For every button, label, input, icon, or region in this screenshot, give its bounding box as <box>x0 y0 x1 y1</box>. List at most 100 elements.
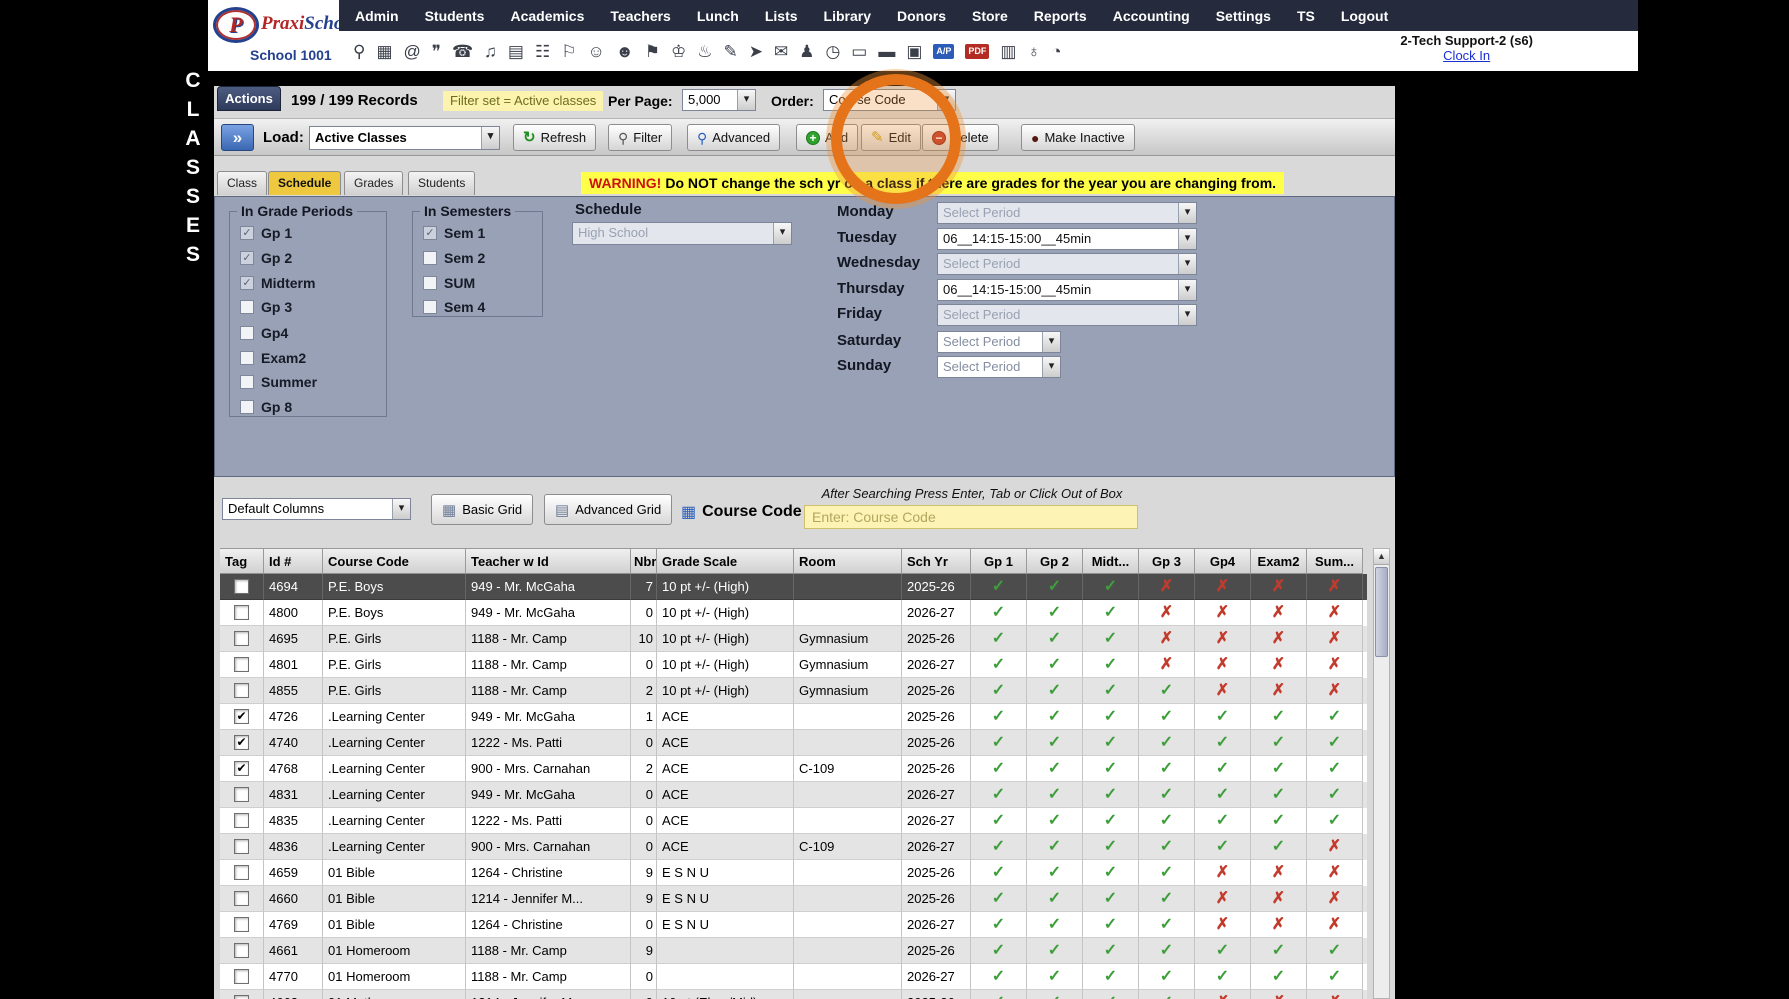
load-select[interactable]: Active Classes <box>309 126 500 150</box>
course-code-search-input[interactable] <box>804 505 1138 529</box>
column-header[interactable]: Gp 2 <box>1027 548 1083 574</box>
period-select-wednesday[interactable]: Select Period <box>937 253 1197 275</box>
table-row[interactable]: ✔4740.Learning Center1222 - Ms. Patti0AC… <box>220 730 1367 756</box>
column-header[interactable]: Midt... <box>1083 548 1139 574</box>
advanced-grid-button[interactable]: ▤Advanced Grid <box>544 494 672 525</box>
add-student-icon[interactable]: ☺ <box>587 43 604 60</box>
column-header[interactable]: Teacher w Id <box>466 548 631 574</box>
nav-item-students[interactable]: Students <box>425 8 485 24</box>
basic-grid-button[interactable]: ▦Basic Grid <box>431 494 533 525</box>
tag-checkbox[interactable]: ✔ <box>234 709 249 724</box>
delete-button[interactable]: −Delete <box>922 124 999 151</box>
column-header[interactable]: Gp4 <box>1195 548 1251 574</box>
scroll-thumb[interactable] <box>1375 567 1388 657</box>
clock-icon[interactable]: ◷ <box>825 43 840 60</box>
table-row[interactable]: 466201 Math1214 - Jennifer M...910 pt (E… <box>220 990 1367 999</box>
phone-icon[interactable]: ☎ <box>452 43 473 60</box>
nav-item-donors[interactable]: Donors <box>897 8 946 24</box>
timer-icon[interactable]: ◔ <box>1051 43 1061 60</box>
ap-icon[interactable]: A/P <box>933 44 954 59</box>
column-header[interactable]: Sum... <box>1307 548 1363 574</box>
tag-checkbox[interactable] <box>234 657 249 672</box>
column-header[interactable]: Gp 3 <box>1139 548 1195 574</box>
tag-checkbox[interactable]: ✔ <box>234 761 249 776</box>
nav-item-admin[interactable]: Admin <box>355 8 399 24</box>
tag-checkbox[interactable] <box>234 605 249 620</box>
nav-item-lists[interactable]: Lists <box>765 8 798 24</box>
table-row[interactable]: 476901 Bible1264 - Christine0E S N U2026… <box>220 912 1367 938</box>
table-row[interactable]: 465901 Bible1264 - Christine9E S N U2025… <box>220 860 1367 886</box>
order-select[interactable]: Course Code <box>823 89 956 111</box>
columns-select[interactable]: Default Columns <box>222 498 411 520</box>
nav-item-academics[interactable]: Academics <box>510 8 584 24</box>
students-icon[interactable]: ☻ <box>616 43 634 60</box>
period-select-sunday[interactable]: Select Period <box>937 356 1061 378</box>
card-icon[interactable]: ▬ <box>878 43 895 60</box>
table-row[interactable]: 466101 Homeroom1188 - Mr. Camp92025-26✓✓… <box>220 938 1367 964</box>
column-header[interactable]: Room <box>794 548 902 574</box>
pdf-icon[interactable]: PDF <box>965 44 989 59</box>
tag-checkbox[interactable] <box>234 891 249 906</box>
tag-checkbox[interactable] <box>234 813 249 828</box>
advanced-button[interactable]: ⚲Advanced <box>687 124 780 151</box>
logo[interactable]: P PraxiSchool™ School 1001 <box>208 0 339 71</box>
column-header[interactable]: Tag <box>220 548 264 574</box>
notes-icon[interactable]: ✎ <box>723 43 737 60</box>
calendar-icon[interactable]: ☷ <box>535 43 550 60</box>
period-select-saturday[interactable]: Select Period <box>937 331 1061 353</box>
nav-item-reports[interactable]: Reports <box>1034 8 1087 24</box>
column-header[interactable]: Nbr <box>631 548 657 574</box>
column-header[interactable]: Gp 1 <box>971 548 1027 574</box>
tag-checkbox[interactable] <box>234 631 249 646</box>
tag-checkbox[interactable] <box>234 579 249 594</box>
tag-checkbox[interactable] <box>234 839 249 854</box>
graduate-icon[interactable]: ♔ <box>671 43 686 60</box>
scroll-up-arrow-icon[interactable]: ▲ <box>1374 549 1389 565</box>
nav-item-library[interactable]: Library <box>824 8 871 24</box>
nav-item-ts[interactable]: TS <box>1297 8 1315 24</box>
tag-icon[interactable]: ⚑ <box>645 43 660 60</box>
grid-icon[interactable]: ▤ <box>508 43 524 60</box>
table-row[interactable]: 4831.Learning Center949 - Mr. McGaha0ACE… <box>220 782 1367 808</box>
load-button[interactable]: » <box>221 124 254 151</box>
document-icon[interactable]: ▭ <box>851 43 867 60</box>
period-select-friday[interactable]: Select Period <box>937 304 1197 326</box>
speaker-icon[interactable]: ♫ <box>484 43 497 60</box>
nav-item-teachers[interactable]: Teachers <box>610 8 670 24</box>
period-select-tuesday[interactable]: 06__14:15-15:00__45min <box>937 228 1197 250</box>
period-select-monday[interactable]: Select Period <box>937 202 1197 224</box>
table-row[interactable]: 4835.Learning Center1222 - Ms. Patti0ACE… <box>220 808 1367 834</box>
table-row[interactable]: 477001 Homeroom1188 - Mr. Camp02026-27✓✓… <box>220 964 1367 990</box>
person-icon[interactable]: ♟ <box>799 43 814 60</box>
megaphone-icon[interactable]: ⚐ <box>561 43 576 60</box>
tab-schedule[interactable]: Schedule <box>268 171 341 195</box>
search-icon[interactable]: ⚲ <box>353 43 365 60</box>
filter-button[interactable]: ⚲Filter <box>608 124 672 151</box>
lunch-icon[interactable]: ♨ <box>697 43 712 60</box>
table-row[interactable]: 4836.Learning Center900 - Mrs. Carnahan0… <box>220 834 1367 860</box>
column-header[interactable]: Sch Yr <box>902 548 971 574</box>
tag-checkbox[interactable] <box>234 865 249 880</box>
make-inactive-button[interactable]: ●Make Inactive <box>1021 124 1135 151</box>
edit-button[interactable]: ✎Edit <box>861 124 921 151</box>
web-icon[interactable]: ♁ <box>1027 43 1040 60</box>
table-row[interactable]: 4694P.E. Boys949 - Mr. McGaha710 pt +/- … <box>220 574 1367 600</box>
table-row[interactable]: 4801P.E. Girls1188 - Mr. Camp010 pt +/- … <box>220 652 1367 678</box>
chat-icon[interactable]: ❞ <box>432 43 441 60</box>
nav-item-settings[interactable]: Settings <box>1216 8 1271 24</box>
print-icon[interactable]: ▥ <box>1000 43 1016 60</box>
tab-class[interactable]: Class <box>217 171 267 195</box>
send-icon[interactable]: ➤ <box>749 43 763 60</box>
nav-item-accounting[interactable]: Accounting <box>1113 8 1190 24</box>
badge-icon[interactable]: ▣ <box>906 43 922 60</box>
nav-item-lunch[interactable]: Lunch <box>697 8 739 24</box>
mail-icon[interactable]: ✉ <box>774 43 788 60</box>
table-row[interactable]: 4800P.E. Boys949 - Mr. McGaha010 pt +/- … <box>220 600 1367 626</box>
table-scrollbar[interactable]: ▲ <box>1373 548 1390 999</box>
add-button[interactable]: +Add <box>796 124 858 151</box>
tag-checkbox[interactable]: ✔ <box>234 735 249 750</box>
tag-checkbox[interactable] <box>234 943 249 958</box>
clock-in-link[interactable]: Clock In <box>1400 48 1533 63</box>
actions-button[interactable]: Actions <box>217 86 281 111</box>
column-header[interactable]: Exam2 <box>1251 548 1307 574</box>
